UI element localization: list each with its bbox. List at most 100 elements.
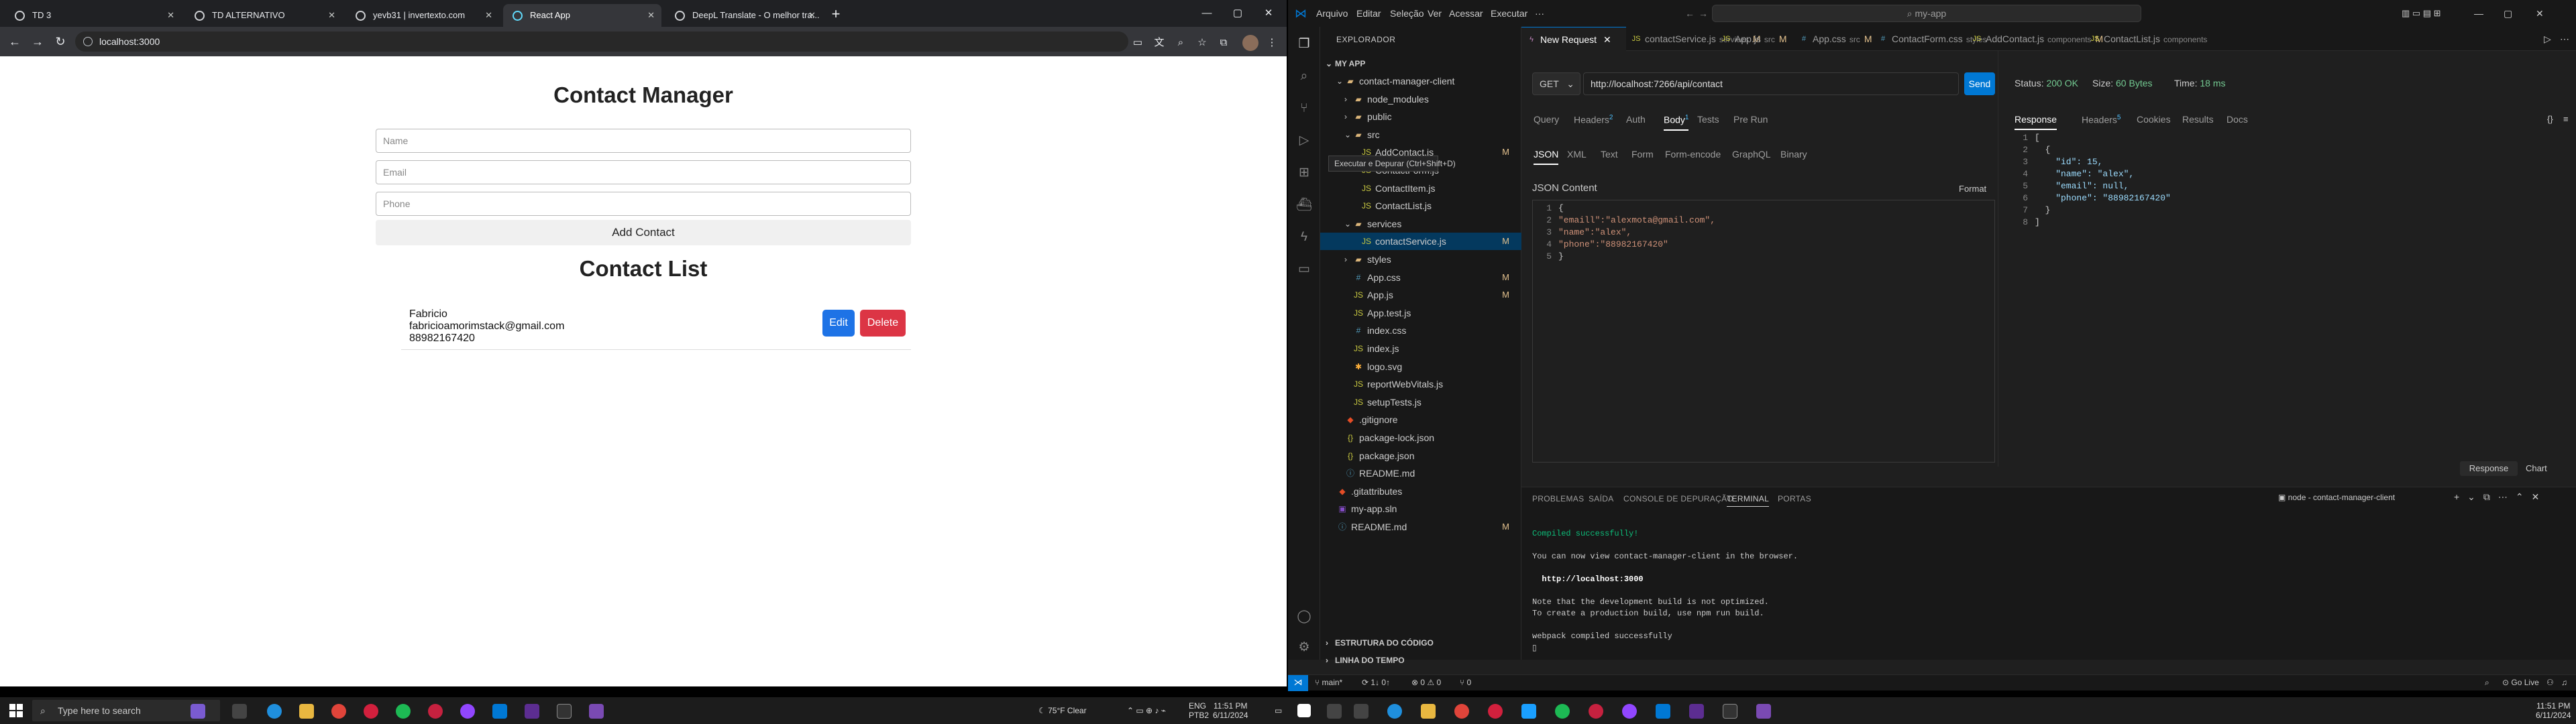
menu-more[interactable]: ···	[1535, 0, 1544, 27]
resp-tab-response[interactable]: Response	[2015, 114, 2057, 130]
body-tab-graphql[interactable]: GraphQL	[1732, 149, 1771, 160]
opera-icon[interactable]	[364, 704, 378, 719]
tab-auth[interactable]: Auth	[1626, 114, 1646, 125]
zoom-icon[interactable]: ⌕	[1174, 36, 1187, 50]
tab-close-icon[interactable]: ✕	[485, 4, 492, 27]
minimize-icon[interactable]: —	[1191, 0, 1222, 27]
bookmark-star-icon[interactable]: ☆	[1195, 36, 1209, 50]
body-tab-form-encode[interactable]: Form-encode	[1665, 149, 1721, 160]
send-button[interactable]: Send	[1964, 72, 1995, 95]
explorer-item[interactable]: › ▰ public	[1320, 108, 1521, 125]
docker-icon[interactable]: ⛴	[1296, 197, 1312, 213]
tab-contactservice[interactable]: JS contactService.js services M	[1626, 27, 1761, 51]
panel-tab-output[interactable]: SAÍDA	[1589, 494, 1614, 503]
browser-tab-deepl[interactable]: DeepL Translate - O melhor tra... ✕	[665, 4, 822, 27]
url-input[interactable]: http://localhost:7266/api/contact	[1583, 72, 1959, 95]
terminal-icon[interactable]	[557, 704, 572, 719]
resp-tab-docs[interactable]: Docs	[2226, 114, 2248, 125]
ports-indicator[interactable]: ⑂ 0	[1460, 675, 1471, 690]
windows-start-icon[interactable]	[9, 704, 23, 717]
browser-tab-td-alternativo[interactable]: TD ALTERNATIVO ✕	[185, 4, 342, 27]
language-indicator[interactable]: ENG PTB2	[1189, 701, 1209, 724]
vscode-icon[interactable]	[1656, 704, 1670, 719]
panel-tab-terminal[interactable]: TERMINAL	[1727, 494, 1770, 507]
email-input[interactable]	[376, 160, 911, 184]
layout-toggle-icon[interactable]: ▥ ▭ ▤ ⊞	[2402, 0, 2441, 27]
menu-arquivo[interactable]: Arquivo	[1316, 0, 1348, 27]
tab-close-icon[interactable]: ✕	[647, 4, 655, 27]
resp-tab-cookies[interactable]: Cookies	[2137, 114, 2171, 125]
clock-right[interactable]: 11:51 PM 6/11/2024	[2536, 701, 2571, 724]
braces-icon[interactable]: {}	[2547, 114, 2553, 124]
tab-close-icon[interactable]: ✕	[328, 4, 335, 27]
vscode-icon[interactable]	[492, 704, 507, 719]
maximize-icon[interactable]: ▢	[1222, 0, 1253, 27]
tab-contactlist[interactable]: JS ContactList.js components	[2085, 27, 2208, 51]
delete-button[interactable]: Delete	[860, 310, 906, 337]
explorer-item[interactable]: ✱ logo.svg	[1320, 358, 1521, 375]
accounts-status-icon[interactable]: ⚇	[2546, 675, 2554, 690]
spotify-icon[interactable]	[1555, 704, 1570, 719]
request-body-editor[interactable]: 1{ 2 "emaill":"alexmota@gmail.com", 3 "nam…	[1532, 200, 1995, 463]
explorer-item[interactable]: JS contactService.js M	[1320, 233, 1521, 251]
edge-icon[interactable]	[267, 704, 282, 719]
task-view-icon[interactable]	[1354, 704, 1368, 719]
explorer-root[interactable]: ⌄ MY APP	[1320, 55, 1521, 72]
menu-executar[interactable]: Executar	[1491, 0, 1527, 27]
edge-icon[interactable]	[1387, 704, 1402, 719]
body-tab-json[interactable]: JSON	[1534, 149, 1559, 165]
method-select[interactable]: GET ⌄	[1532, 72, 1580, 95]
menu-editar[interactable]: Editar	[1356, 0, 1381, 27]
phone-input[interactable]	[376, 192, 911, 216]
explorer-item[interactable]: # index.css	[1320, 322, 1521, 339]
body-tab-xml[interactable]: XML	[1567, 149, 1587, 160]
site-info-icon[interactable]	[83, 37, 93, 46]
run-debug-icon[interactable]: ▷	[1296, 133, 1312, 149]
tab-addcontact[interactable]: JS AddContact.js components M	[1967, 27, 2104, 51]
maximize-icon[interactable]: ▢	[2504, 0, 2512, 27]
more-actions-icon[interactable]: ⋯	[2560, 34, 2569, 45]
app-icon[interactable]	[589, 704, 604, 719]
panel-tab-ports[interactable]: PORTAS	[1778, 494, 1811, 503]
copilot-icon[interactable]	[191, 704, 205, 719]
tab-headers[interactable]: Headers2	[1574, 114, 1613, 125]
command-center-search[interactable]: ⌕ my-app	[1712, 5, 2141, 22]
explorer-item[interactable]: # App.css M	[1320, 269, 1521, 286]
add-contact-button[interactable]: Add Contact	[376, 220, 911, 245]
resp-tab-results[interactable]: Results	[2182, 114, 2214, 125]
avatar[interactable]	[1242, 35, 1258, 51]
tab-new-request[interactable]: ϟ New Request ✕	[1521, 27, 1626, 51]
menu-ver[interactable]: Ver	[1428, 0, 1442, 27]
explorer-item[interactable]: JS index.js	[1320, 340, 1521, 357]
tab-tests[interactable]: Tests	[1697, 114, 1719, 125]
browser-tab-td3[interactable]: TD 3 ✕	[5, 4, 181, 27]
explorer-item[interactable]: ⌄ ▰ contact-manager-client	[1320, 72, 1521, 90]
clock[interactable]: 11:51 PM 6/11/2024	[1213, 701, 1248, 724]
terminal-icon[interactable]	[1723, 704, 1737, 719]
source-control-icon[interactable]: ⑂	[1296, 101, 1312, 117]
app-icon[interactable]	[1622, 704, 1637, 719]
extensions-icon[interactable]: ⊞	[1296, 165, 1312, 181]
forward-arrow-icon[interactable]: →	[1699, 0, 1708, 27]
timeline-section[interactable]: › LINHA DO TEMPO	[1320, 652, 1521, 669]
panel-actions-icon[interactable]: +⌄⧉⋯⌃✕	[2454, 491, 2547, 503]
notifications-bell-icon[interactable]: ♫	[2561, 675, 2567, 690]
search-icon[interactable]	[1327, 704, 1342, 719]
tray-icons[interactable]: ⌃ ▭ ⊕ ♪ ⌁	[1127, 697, 1166, 724]
explorer-item[interactable]: › ▰ styles	[1320, 251, 1521, 268]
close-window-icon[interactable]: ✕	[2536, 0, 2544, 27]
tab-close-icon[interactable]: ✕	[1603, 34, 1611, 45]
gear-icon[interactable]: ⚙	[1296, 640, 1312, 656]
notification-icon[interactable]: ▭	[1275, 697, 1282, 724]
task-view-icon[interactable]	[232, 704, 247, 719]
steam-icon[interactable]	[1521, 704, 1536, 719]
body-tab-binary[interactable]: Binary	[1780, 149, 1807, 160]
edit-button[interactable]: Edit	[822, 310, 855, 337]
explorer-item[interactable]: JS App.test.js	[1320, 304, 1521, 322]
search-icon[interactable]: ⌕	[1296, 68, 1312, 84]
account-icon[interactable]: ◯	[1296, 609, 1312, 625]
panel-tab-debug-console[interactable]: CONSOLE DE DEPURAÇÃO	[1623, 494, 1733, 503]
explorer-item[interactable]: ⌄ ▰ src	[1320, 126, 1521, 143]
windows-start-icon[interactable]	[1297, 704, 1311, 717]
spotify-icon[interactable]	[396, 704, 411, 719]
